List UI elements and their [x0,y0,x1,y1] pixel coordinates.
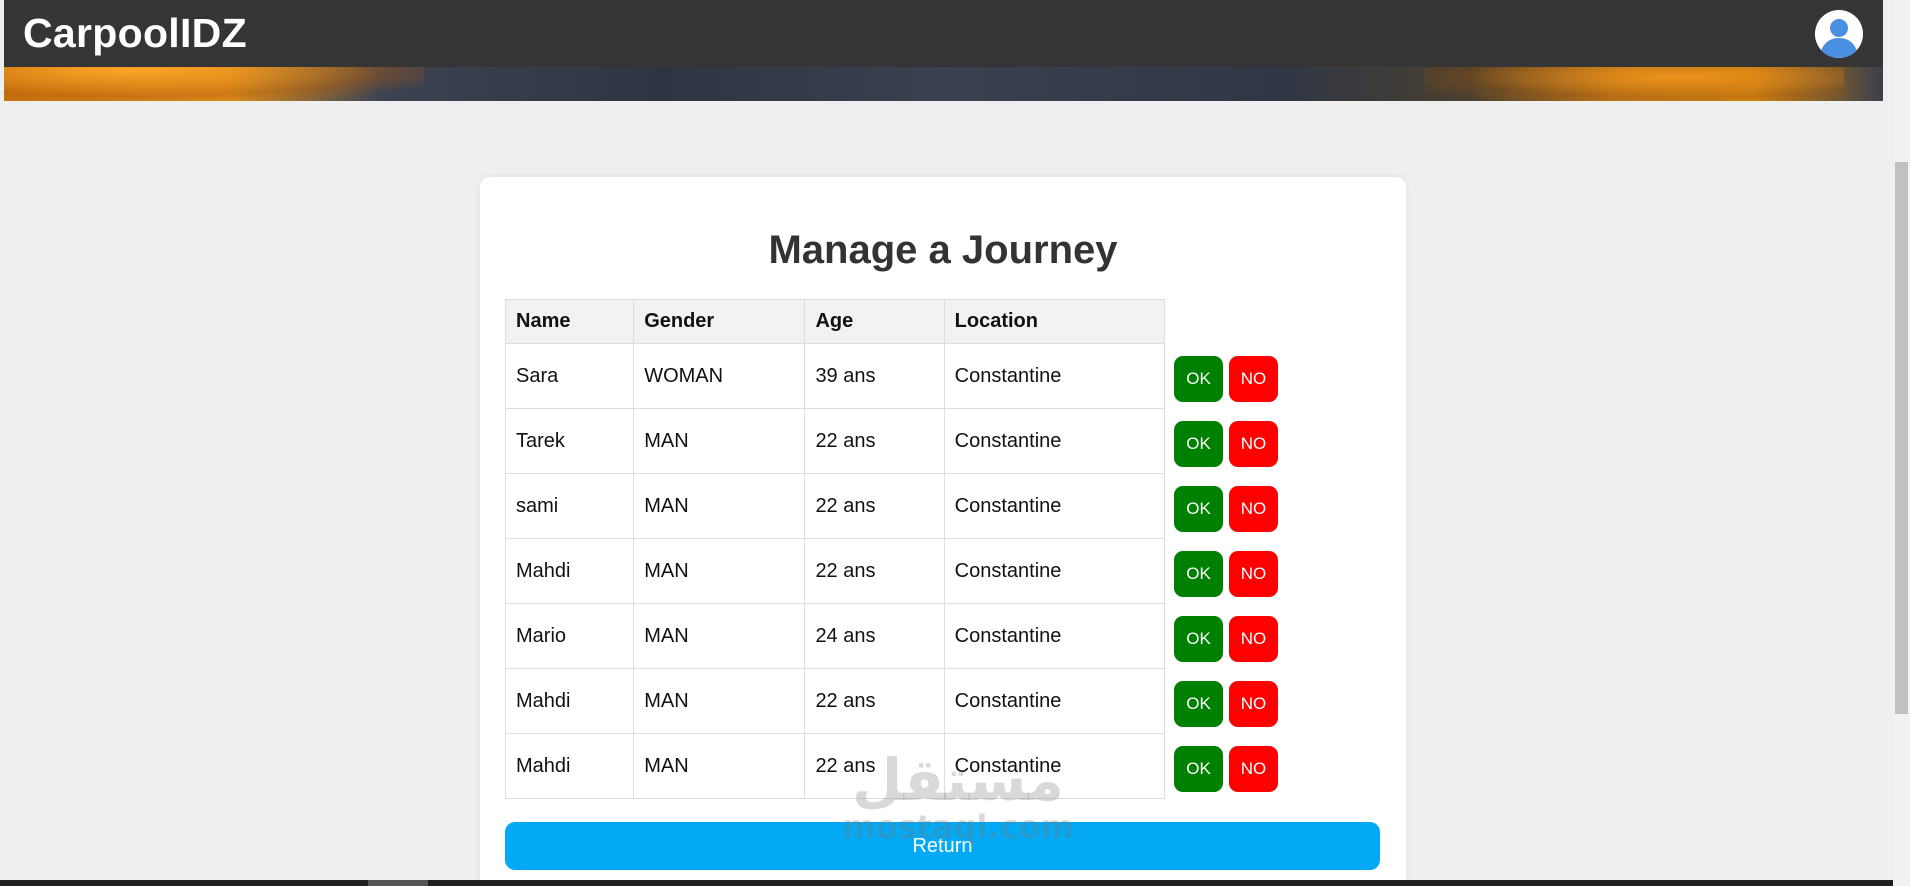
reject-button[interactable]: NO [1229,356,1278,402]
cell-location: Constantine [943,538,1166,604]
row-action-group: OK NO [1174,421,1294,467]
bottom-edge-strip [0,880,1893,886]
cell-name: sami [504,473,635,539]
cell-name: Tarek [504,408,635,474]
user-silhouette-icon [1815,9,1863,58]
cell-gender: WOMAN [633,343,806,409]
cell-age: 24 ans [804,603,945,669]
cell-age: 22 ans [804,733,945,799]
cell-name: Sara [504,343,635,409]
cell-location: Constantine [943,668,1166,734]
return-button[interactable]: Return [505,822,1380,870]
accept-button[interactable]: OK [1174,486,1223,532]
cell-age: 39 ans [804,343,945,409]
cell-gender: MAN [633,538,806,604]
cell-age: 22 ans [804,668,945,734]
accept-button[interactable]: OK [1174,356,1223,402]
table-row: Mario MAN 24 ans Constantine [504,603,1166,669]
accept-button[interactable]: OK [1174,421,1223,467]
table-row: Mahdi MAN 22 ans Constantine [504,733,1166,799]
scrollbar-thumb[interactable] [1895,162,1908,714]
accept-button[interactable]: OK [1174,746,1223,792]
passengers-table: Name Gender Age Location Sara WOMAN 39 a… [504,299,1166,799]
column-header-age: Age [804,299,945,344]
reject-button[interactable]: NO [1229,486,1278,532]
reject-button[interactable]: NO [1229,551,1278,597]
cell-location: Constantine [943,473,1166,539]
cell-name: Mahdi [504,733,635,799]
brand-logo[interactable]: CarpoolIDZ [23,10,247,57]
cell-gender: MAN [633,473,806,539]
reject-button[interactable]: NO [1229,746,1278,792]
vertical-scrollbar[interactable] [1893,0,1910,886]
reject-button[interactable]: NO [1229,681,1278,727]
cell-gender: MAN [633,603,806,669]
table-row: Mahdi MAN 22 ans Constantine [504,538,1166,604]
cell-age: 22 ans [804,408,945,474]
cell-name: Mahdi [504,538,635,604]
cell-gender: MAN [633,733,806,799]
accept-button[interactable]: OK [1174,551,1223,597]
table-header-row: Name Gender Age Location [504,299,1166,344]
row-action-group: OK NO [1174,746,1294,792]
top-navbar: CarpoolIDZ [4,0,1883,67]
cell-name: Mario [504,603,635,669]
accept-button[interactable]: OK [1174,616,1223,662]
manage-journey-card: Manage a Journey Name Gender Age Locatio… [480,177,1406,886]
cell-location: Constantine [943,408,1166,474]
row-action-group: OK NO [1174,616,1294,662]
cell-name: Mahdi [504,668,635,734]
table-row: Sara WOMAN 39 ans Constantine [504,343,1166,409]
table-row: sami MAN 22 ans Constantine [504,473,1166,539]
row-action-group: OK NO [1174,356,1294,402]
reject-button[interactable]: NO [1229,616,1278,662]
accept-button[interactable]: OK [1174,681,1223,727]
row-action-group: OK NO [1174,681,1294,727]
column-header-gender: Gender [633,299,806,344]
table-row: Mahdi MAN 22 ans Constantine [504,668,1166,734]
row-action-group: OK NO [1174,551,1294,597]
reject-button[interactable]: NO [1229,421,1278,467]
cell-location: Constantine [943,343,1166,409]
cell-gender: MAN [633,668,806,734]
header-banner-image [4,67,1883,101]
cell-location: Constantine [943,603,1166,669]
cell-age: 22 ans [804,538,945,604]
page-title: Manage a Journey [768,228,1118,272]
table-row: Tarek MAN 22 ans Constantine [504,408,1166,474]
column-header-location: Location [943,299,1166,344]
cell-gender: MAN [633,408,806,474]
user-avatar-icon[interactable] [1815,9,1863,58]
cell-age: 22 ans [804,473,945,539]
column-header-name: Name [504,299,635,344]
row-action-group: OK NO [1174,486,1294,532]
cell-location: Constantine [943,733,1166,799]
